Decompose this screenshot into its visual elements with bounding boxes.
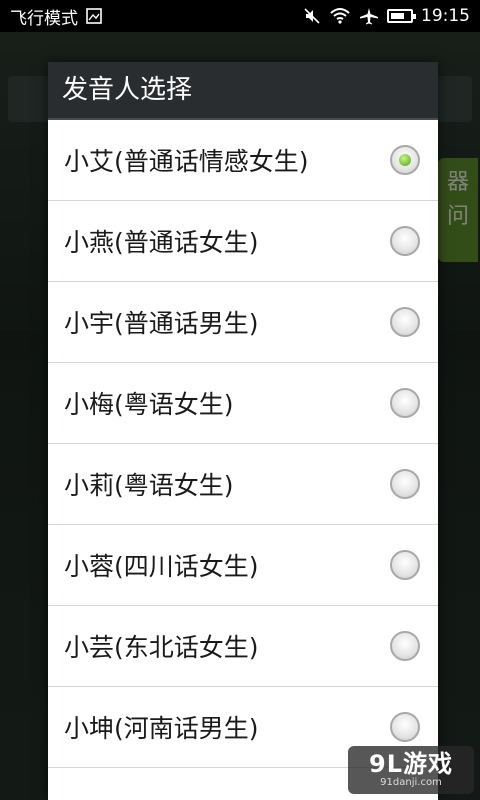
voice-option-label: 小艾(普通话情感女生): [64, 147, 309, 176]
radio-button-icon[interactable]: [390, 469, 420, 499]
radio-button-icon[interactable]: [390, 550, 420, 580]
airplane-icon: [359, 7, 379, 25]
voice-selection-dialog: 发音人选择 小艾(普通话情感女生) 小燕(普通话女生) 小宇(普通话男生) 小梅(粤语…: [48, 62, 438, 800]
voice-option[interactable]: 小蓉(四川话女生): [48, 525, 438, 606]
voice-option-label: 小梅(粤语女生): [64, 390, 234, 419]
voice-option-label: 小燕(普通话女生): [64, 228, 259, 257]
image-icon: [86, 8, 102, 24]
voice-option-label: 小坤(河南话男生): [64, 714, 259, 743]
watermark-logo-main: 9L游戏: [369, 750, 453, 778]
voice-option-label: 小莉(粤语女生): [64, 471, 234, 500]
watermark-logo: 9L游戏 91danji.com: [348, 746, 474, 794]
voice-option[interactable]: 小宇(普通话男生): [48, 282, 438, 363]
airplane-mode-label: 飞行模式: [10, 8, 78, 29]
radio-checked-dot: [399, 154, 411, 166]
voice-option[interactable]: 小梅(粤语女生): [48, 363, 438, 444]
voice-option-label: 小芸(东北话女生): [64, 633, 259, 662]
voice-option[interactable]: 小莉(粤语女生): [48, 444, 438, 525]
radio-button-icon[interactable]: [390, 388, 420, 418]
radio-button-icon[interactable]: [390, 631, 420, 661]
battery-icon: [387, 9, 416, 23]
watermark-logo-sub: 91danji.com: [380, 777, 442, 788]
voice-option-label: 小宇(普通话男生): [64, 309, 259, 338]
wifi-icon: [329, 7, 351, 25]
voice-option[interactable]: 小燕(普通话女生): [48, 201, 438, 282]
radio-button-icon[interactable]: [390, 307, 420, 337]
voice-option[interactable]: 小艾(普通话情感女生): [48, 120, 438, 201]
mute-icon: [303, 7, 321, 25]
dialog-title: 发音人选择: [48, 62, 438, 120]
status-bar: 飞行模式 19:15: [0, 0, 480, 32]
radio-button-icon[interactable]: [390, 712, 420, 742]
voice-option[interactable]: 小芸(东北话女生): [48, 606, 438, 687]
radio-button-icon[interactable]: [390, 226, 420, 256]
radio-button-icon[interactable]: [390, 145, 420, 175]
status-time: 19:15: [421, 6, 470, 26]
voice-option-label: 小蓉(四川话女生): [64, 552, 259, 581]
options-list: 小艾(普通话情感女生) 小燕(普通话女生) 小宇(普通话男生) 小梅(粤语女生) 小莉(…: [48, 120, 438, 768]
